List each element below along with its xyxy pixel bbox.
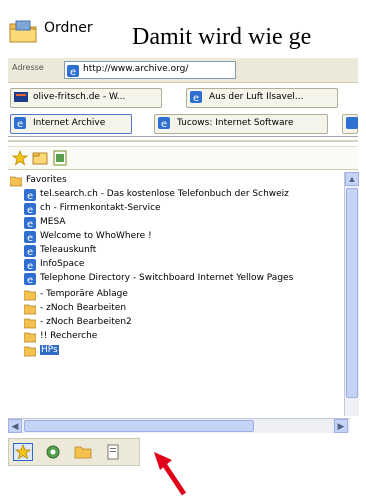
folder-icon (23, 317, 37, 329)
svg-text:e: e (161, 119, 167, 129)
ie-icon: e (24, 189, 36, 202)
ie-icon: e (24, 203, 36, 216)
ie-icon: e (24, 217, 36, 230)
folder-label: Ordner (44, 20, 93, 36)
annotation-arrow-icon (150, 450, 190, 501)
svg-text:e: e (70, 67, 76, 77)
folder-icon (23, 331, 37, 343)
svg-text:e: e (27, 275, 33, 285)
svg-text:e: e (27, 219, 33, 229)
link-tucows[interactable]: e Tucows: Internet Software (154, 114, 328, 134)
svg-text:e: e (27, 191, 33, 201)
scroll-left-icon[interactable]: ◀ (8, 419, 22, 433)
scroll-right-icon[interactable]: ▶ (334, 419, 348, 433)
heading-line: Ordner Damit wird wie ge (0, 0, 366, 56)
favorites-star-button[interactable] (13, 443, 33, 461)
organize-icon[interactable] (52, 150, 68, 166)
folders-button[interactable] (73, 443, 93, 461)
links-toolbar-row1: olive-fritsch.de - W... e Aus der Luft I… (8, 86, 358, 108)
ie-icon: e (14, 117, 28, 132)
ie-icon: e (24, 273, 36, 286)
svg-text:e: e (27, 261, 33, 271)
ie-icon (346, 117, 358, 132)
svg-text:e: e (27, 247, 33, 257)
ie-icon: e (24, 245, 36, 258)
svg-text:e: e (193, 93, 199, 103)
history-button[interactable] (43, 443, 63, 461)
ie-icon: e (67, 64, 79, 82)
heading-sentence: Damit wird wie ge (132, 24, 312, 50)
favorites-toolbar (8, 146, 358, 170)
clip-button[interactable] (103, 443, 123, 461)
toolbar-divider (8, 140, 358, 142)
ie-icon: e (158, 117, 172, 132)
address-bar: Adresse e http://www.archive.org/ (8, 58, 358, 83)
favorites-tree: Favorites e tel.search.ch - Das kostenlo… (8, 172, 350, 416)
svg-text:e: e (17, 119, 23, 129)
explorer-bar-switcher (8, 438, 140, 466)
browser-panel: Adresse e http://www.archive.org/ olive-… (8, 58, 366, 498)
svg-text:e: e (27, 205, 33, 215)
horizontal-scroll-thumb[interactable] (24, 420, 254, 432)
vertical-scrollbar[interactable]: ▲ (344, 172, 359, 416)
address-label: Adresse (12, 63, 44, 72)
add-favorite-icon[interactable] (32, 150, 48, 166)
links-toolbar-row2: e Internet Archive e Tucows: Internet So… (8, 112, 358, 137)
link-aus-der-luft[interactable]: e Aus der Luft Ilsavel... (186, 88, 338, 108)
ie-icon: e (24, 231, 36, 244)
svg-text:e: e (27, 233, 33, 243)
folder-open-icon (9, 175, 23, 187)
page-icon (14, 91, 28, 106)
horizontal-scrollbar[interactable]: ◀ ▶ (8, 418, 350, 433)
link-olive-fritsch[interactable]: olive-fritsch.de - W... (10, 88, 162, 108)
address-input[interactable]: e http://www.archive.org/ (64, 61, 236, 79)
link-internet-archive[interactable]: e Internet Archive (10, 114, 132, 134)
link-overflow[interactable] (342, 114, 358, 134)
folder-icon (23, 303, 37, 315)
ie-icon: e (190, 91, 204, 106)
address-url: http://www.archive.org/ (83, 64, 189, 74)
vertical-scroll-thumb[interactable] (346, 188, 358, 398)
scroll-up-icon[interactable]: ▲ (345, 172, 359, 186)
ie-icon: e (24, 259, 36, 272)
folder-icon (23, 289, 37, 301)
folder-icon (23, 345, 37, 357)
star-icon[interactable] (11, 149, 29, 166)
folder-icon (8, 20, 38, 49)
